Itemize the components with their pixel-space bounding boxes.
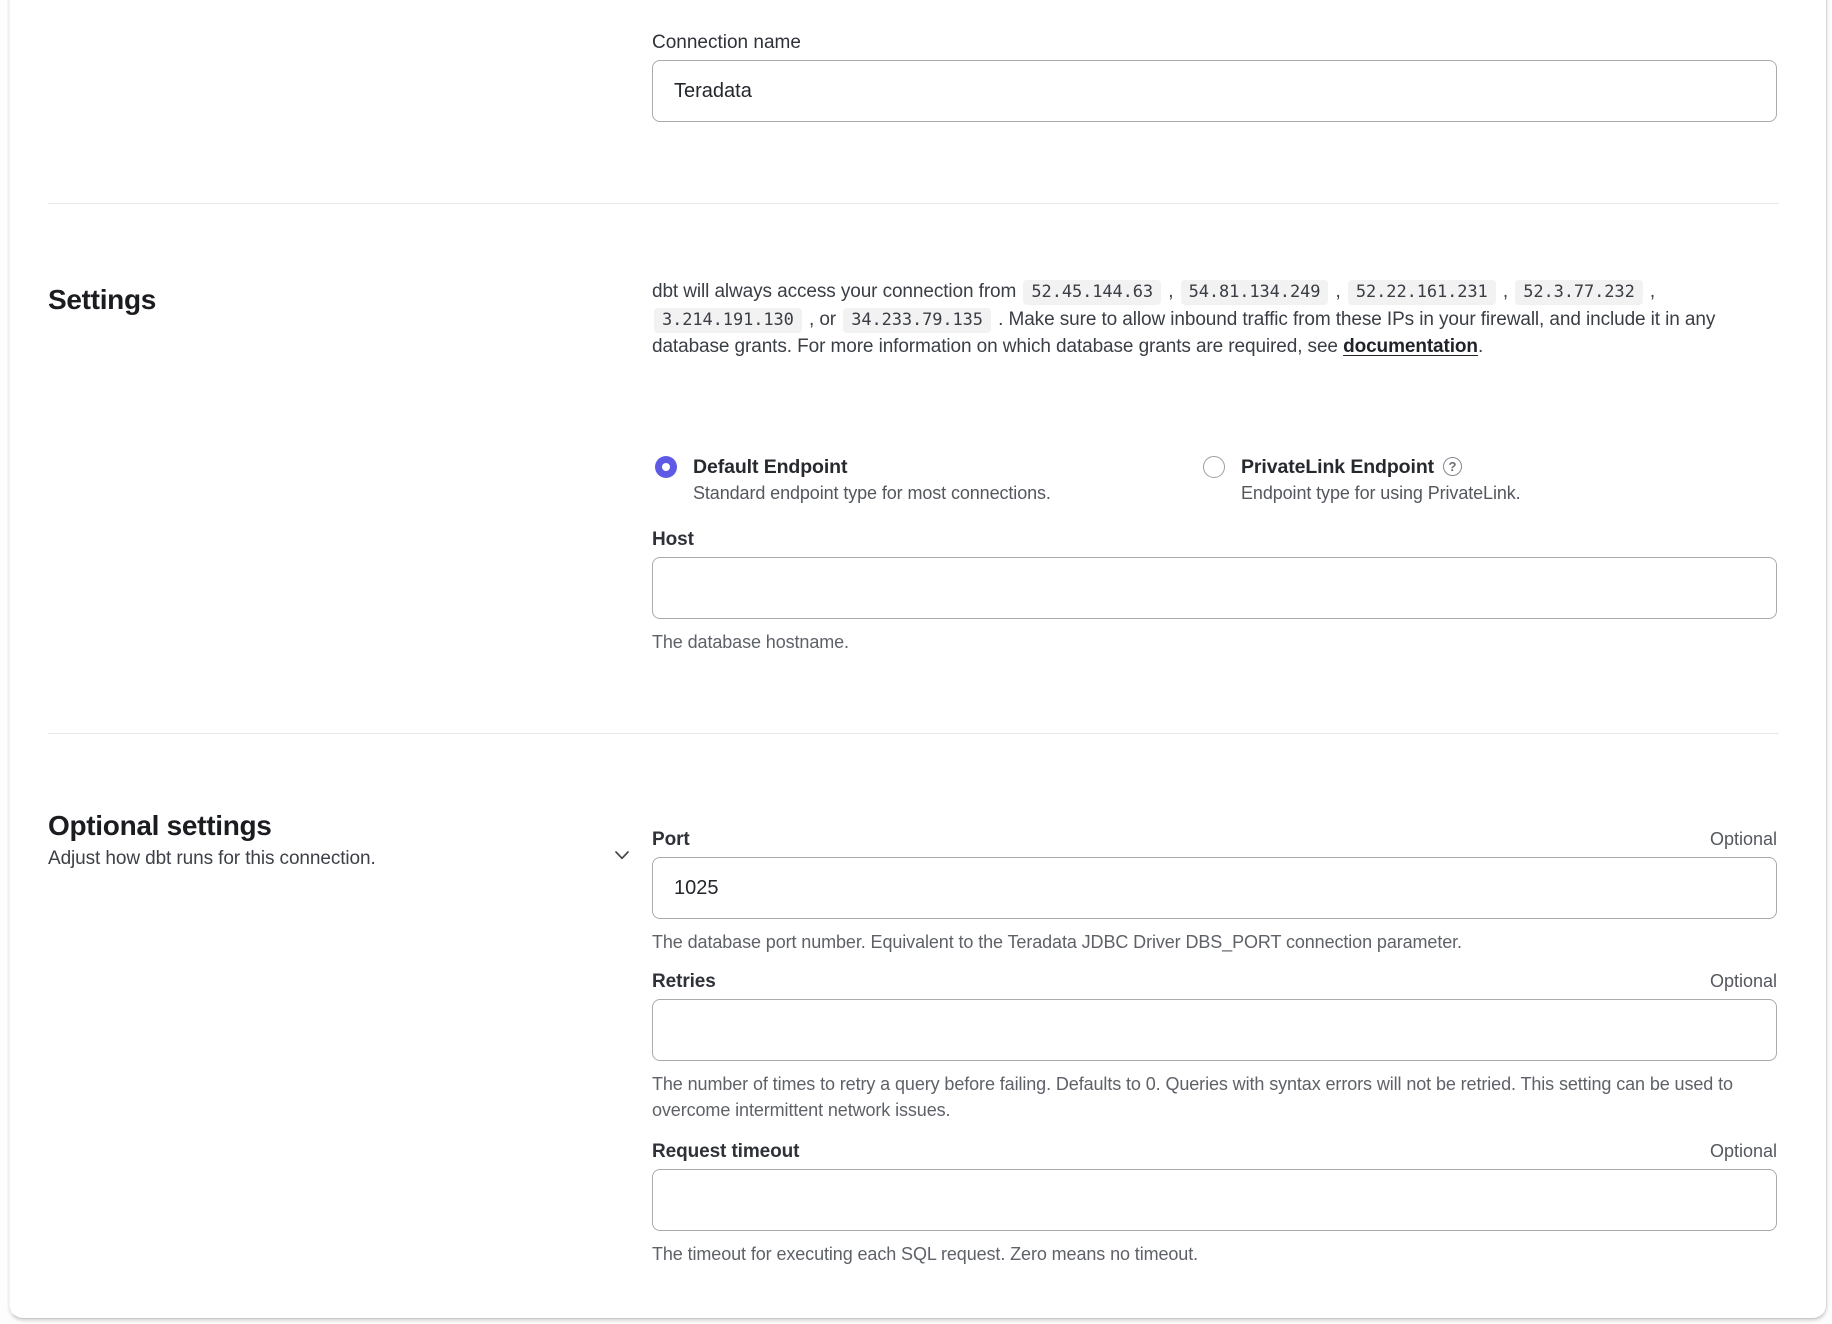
privatelink-endpoint-option[interactable]: PrivateLink Endpoint? Endpoint type for … — [1203, 455, 1521, 504]
port-input[interactable] — [652, 857, 1777, 919]
retries-label: Retries — [652, 970, 716, 993]
port-optional-tag: Optional — [1710, 829, 1777, 850]
optional-settings-header: Optional settings Adjust how dbt runs fo… — [48, 810, 608, 870]
chevron-down-icon[interactable] — [612, 845, 632, 865]
ip-address-chip: 52.45.144.63 — [1023, 280, 1161, 305]
ip-address-chip: 3.214.191.130 — [654, 308, 802, 333]
port-label: Port — [652, 828, 690, 851]
host-input[interactable] — [652, 557, 1777, 619]
question-mark-circle-icon[interactable]: ? — [1443, 457, 1462, 476]
retries-input[interactable] — [652, 999, 1777, 1061]
ip-access-notice: dbt will always access your connection f… — [652, 278, 1777, 361]
port-field-block: Port Optional The database port number. … — [652, 828, 1777, 955]
ip-address-chip: 52.3.77.232 — [1515, 280, 1642, 305]
retries-helper-text: The number of times to retry a query bef… — [652, 1071, 1777, 1123]
connection-name-input[interactable] — [652, 60, 1777, 122]
radio-unselected-icon[interactable] — [1203, 456, 1225, 478]
section-divider — [48, 203, 1779, 204]
default-endpoint-description: Standard endpoint type for most connecti… — [693, 483, 1051, 504]
settings-section-header: Settings — [48, 284, 608, 316]
port-helper-text: The database port number. Equivalent to … — [652, 929, 1777, 955]
request-timeout-label: Request timeout — [652, 1140, 799, 1163]
radio-selected-icon[interactable] — [655, 456, 677, 478]
connection-name-block: Connection name — [652, 31, 1777, 122]
privatelink-endpoint-description: Endpoint type for using PrivateLink. — [1241, 483, 1521, 504]
host-field-block: Host The database hostname. — [652, 528, 1777, 655]
retries-optional-tag: Optional — [1710, 971, 1777, 992]
optional-settings-subheading: Adjust how dbt runs for this connection. — [48, 848, 608, 870]
host-helper-text: The database hostname. — [652, 629, 1777, 655]
endpoint-type-options: Default Endpoint Standard endpoint type … — [652, 455, 1777, 511]
ip-address-chip: 34.233.79.135 — [843, 308, 991, 333]
ip-address-chip: 54.81.134.249 — [1181, 280, 1329, 305]
retries-field-block: Retries Optional The number of times to … — [652, 970, 1777, 1123]
connection-name-label: Connection name — [652, 31, 1777, 54]
ip-address-chip: 52.22.161.231 — [1348, 280, 1496, 305]
privatelink-endpoint-label: PrivateLink Endpoint — [1241, 456, 1434, 478]
request-timeout-helper-text: The timeout for executing each SQL reque… — [652, 1241, 1777, 1267]
section-divider — [48, 733, 1779, 734]
default-endpoint-label: Default Endpoint — [693, 455, 1051, 479]
request-timeout-optional-tag: Optional — [1710, 1141, 1777, 1162]
request-timeout-field-block: Request timeout Optional The timeout for… — [652, 1140, 1777, 1267]
default-endpoint-option[interactable]: Default Endpoint Standard endpoint type … — [655, 455, 1051, 504]
documentation-link[interactable]: documentation — [1343, 336, 1478, 357]
connection-settings-page: Connection name Settings dbt will always… — [0, 0, 1832, 1324]
settings-heading: Settings — [48, 284, 608, 316]
host-label: Host — [652, 528, 1777, 551]
request-timeout-input[interactable] — [652, 1169, 1777, 1231]
optional-settings-heading: Optional settings — [48, 810, 608, 842]
